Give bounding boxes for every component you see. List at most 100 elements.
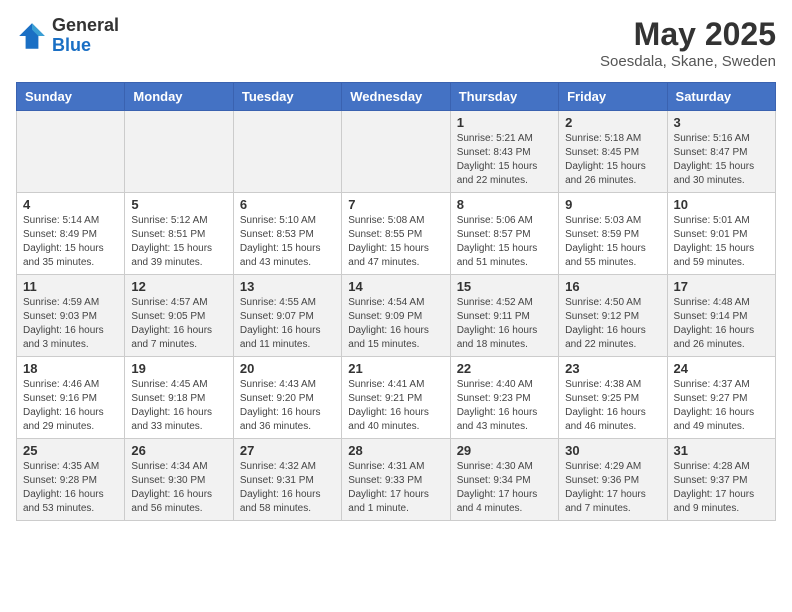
day-number: 23 bbox=[565, 361, 660, 376]
day-cell: 28 Sunrise: 4:31 AM Sunset: 9:33 PM Dayli… bbox=[342, 439, 450, 521]
day-cell: 4 Sunrise: 5:14 AM Sunset: 8:49 PM Daylig… bbox=[17, 193, 125, 275]
day-number: 7 bbox=[348, 197, 443, 212]
day-cell: 16 Sunrise: 4:50 AM Sunset: 9:12 PM Dayli… bbox=[559, 275, 667, 357]
weekday-header-saturday: Saturday bbox=[667, 83, 775, 111]
day-info: Sunrise: 5:08 AM Sunset: 8:55 PM Dayligh… bbox=[348, 214, 443, 270]
day-info: Sunrise: 4:35 AM Sunset: 9:28 PM Dayligh… bbox=[23, 460, 118, 516]
month-title: May 2025 bbox=[600, 16, 776, 53]
day-cell: 31 Sunrise: 4:28 AM Sunset: 9:37 PM Dayli… bbox=[667, 439, 775, 521]
day-info: Sunrise: 4:31 AM Sunset: 9:33 PM Dayligh… bbox=[348, 460, 443, 516]
day-info: Sunrise: 4:59 AM Sunset: 9:03 PM Dayligh… bbox=[23, 296, 118, 352]
day-info: Sunrise: 4:45 AM Sunset: 9:18 PM Dayligh… bbox=[131, 378, 226, 434]
day-cell: 19 Sunrise: 4:45 AM Sunset: 9:18 PM Dayli… bbox=[125, 357, 233, 439]
day-info: Sunrise: 4:29 AM Sunset: 9:36 PM Dayligh… bbox=[565, 460, 660, 516]
day-cell: 13 Sunrise: 4:55 AM Sunset: 9:07 PM Dayli… bbox=[233, 275, 341, 357]
week-row-2: 4 Sunrise: 5:14 AM Sunset: 8:49 PM Daylig… bbox=[17, 193, 776, 275]
day-number: 8 bbox=[457, 197, 552, 212]
day-info: Sunrise: 4:46 AM Sunset: 9:16 PM Dayligh… bbox=[23, 378, 118, 434]
week-row-1: 1 Sunrise: 5:21 AM Sunset: 8:43 PM Daylig… bbox=[17, 111, 776, 193]
day-number: 2 bbox=[565, 115, 660, 130]
day-cell: 6 Sunrise: 5:10 AM Sunset: 8:53 PM Daylig… bbox=[233, 193, 341, 275]
day-info: Sunrise: 4:32 AM Sunset: 9:31 PM Dayligh… bbox=[240, 460, 335, 516]
day-cell: 20 Sunrise: 4:43 AM Sunset: 9:20 PM Dayli… bbox=[233, 357, 341, 439]
day-cell: 2 Sunrise: 5:18 AM Sunset: 8:45 PM Daylig… bbox=[559, 111, 667, 193]
day-cell: 12Sunrise: 4:57 AM Sunset: 9:05 PM Dayli… bbox=[125, 275, 233, 357]
day-number: 22 bbox=[457, 361, 552, 376]
day-cell: 26 Sunrise: 4:34 AM Sunset: 9:30 PM Dayli… bbox=[125, 439, 233, 521]
calendar-table: SundayMondayTuesdayWednesdayThursdayFrid… bbox=[16, 82, 776, 521]
day-info: Sunrise: 5:14 AM Sunset: 8:49 PM Dayligh… bbox=[23, 214, 118, 270]
day-cell: 22 Sunrise: 4:40 AM Sunset: 9:23 PM Dayli… bbox=[450, 357, 558, 439]
day-cell: 23 Sunrise: 4:38 AM Sunset: 9:25 PM Dayli… bbox=[559, 357, 667, 439]
day-number: 20 bbox=[240, 361, 335, 376]
day-info: Sunrise: 4:40 AM Sunset: 9:23 PM Dayligh… bbox=[457, 378, 552, 434]
day-number: 26 bbox=[131, 443, 226, 458]
day-number: 15 bbox=[457, 279, 552, 294]
day-info: Sunrise: 4:30 AM Sunset: 9:34 PM Dayligh… bbox=[457, 460, 552, 516]
day-cell: 18Sunrise: 4:46 AM Sunset: 9:16 PM Dayli… bbox=[17, 357, 125, 439]
day-number: 17 bbox=[674, 279, 769, 294]
day-cell: 21Sunrise: 4:41 AM Sunset: 9:21 PM Dayli… bbox=[342, 357, 450, 439]
day-info: Sunrise: 4:52 AM Sunset: 9:11 PM Dayligh… bbox=[457, 296, 552, 352]
day-number: 12 bbox=[131, 279, 226, 294]
day-cell: 7 Sunrise: 5:08 AM Sunset: 8:55 PM Daylig… bbox=[342, 193, 450, 275]
week-row-4: 18Sunrise: 4:46 AM Sunset: 9:16 PM Dayli… bbox=[17, 357, 776, 439]
day-number: 4 bbox=[23, 197, 118, 212]
day-number: 28 bbox=[348, 443, 443, 458]
day-number: 1 bbox=[457, 115, 552, 130]
day-cell: 1 Sunrise: 5:21 AM Sunset: 8:43 PM Daylig… bbox=[450, 111, 558, 193]
day-number: 5 bbox=[131, 197, 226, 212]
day-info: Sunrise: 4:38 AM Sunset: 9:25 PM Dayligh… bbox=[565, 378, 660, 434]
day-cell bbox=[342, 111, 450, 193]
day-cell: 14 Sunrise: 4:54 AM Sunset: 9:09 PM Dayli… bbox=[342, 275, 450, 357]
day-number: 31 bbox=[674, 443, 769, 458]
location: Soesdala, Skane, Sweden bbox=[600, 53, 776, 70]
day-info: Sunrise: 4:28 AM Sunset: 9:37 PM Dayligh… bbox=[674, 460, 769, 516]
weekday-header-wednesday: Wednesday bbox=[342, 83, 450, 111]
day-number: 6 bbox=[240, 197, 335, 212]
day-number: 16 bbox=[565, 279, 660, 294]
day-info: Sunrise: 4:50 AM Sunset: 9:12 PM Dayligh… bbox=[565, 296, 660, 352]
title-block: May 2025 Soesdala, Skane, Sweden bbox=[600, 16, 776, 70]
day-info: Sunrise: 5:03 AM Sunset: 8:59 PM Dayligh… bbox=[565, 214, 660, 270]
day-number: 11 bbox=[23, 279, 118, 294]
day-info: Sunrise: 4:54 AM Sunset: 9:09 PM Dayligh… bbox=[348, 296, 443, 352]
day-info: Sunrise: 4:37 AM Sunset: 9:27 PM Dayligh… bbox=[674, 378, 769, 434]
day-cell: 24 Sunrise: 4:37 AM Sunset: 9:27 PM Dayli… bbox=[667, 357, 775, 439]
day-info: Sunrise: 4:43 AM Sunset: 9:20 PM Dayligh… bbox=[240, 378, 335, 434]
day-info: Sunrise: 5:18 AM Sunset: 8:45 PM Dayligh… bbox=[565, 132, 660, 188]
logo-icon bbox=[16, 20, 48, 52]
day-info: Sunrise: 5:16 AM Sunset: 8:47 PM Dayligh… bbox=[674, 132, 769, 188]
day-number: 29 bbox=[457, 443, 552, 458]
day-info: Sunrise: 5:01 AM Sunset: 9:01 PM Dayligh… bbox=[674, 214, 769, 270]
day-info: Sunrise: 4:55 AM Sunset: 9:07 PM Dayligh… bbox=[240, 296, 335, 352]
weekday-header-tuesday: Tuesday bbox=[233, 83, 341, 111]
day-info: Sunrise: 5:12 AM Sunset: 8:51 PM Dayligh… bbox=[131, 214, 226, 270]
day-cell: 11 Sunrise: 4:59 AM Sunset: 9:03 PM Dayli… bbox=[17, 275, 125, 357]
day-number: 19 bbox=[131, 361, 226, 376]
day-cell: 9Sunrise: 5:03 AM Sunset: 8:59 PM Daylig… bbox=[559, 193, 667, 275]
day-cell: 17 Sunrise: 4:48 AM Sunset: 9:14 PM Dayli… bbox=[667, 275, 775, 357]
day-number: 24 bbox=[674, 361, 769, 376]
day-number: 10 bbox=[674, 197, 769, 212]
weekday-header-row: SundayMondayTuesdayWednesdayThursdayFrid… bbox=[17, 83, 776, 111]
weekday-header-friday: Friday bbox=[559, 83, 667, 111]
day-info: Sunrise: 5:21 AM Sunset: 8:43 PM Dayligh… bbox=[457, 132, 552, 188]
day-info: Sunrise: 4:48 AM Sunset: 9:14 PM Dayligh… bbox=[674, 296, 769, 352]
day-number: 21 bbox=[348, 361, 443, 376]
week-row-5: 25Sunrise: 4:35 AM Sunset: 9:28 PM Dayli… bbox=[17, 439, 776, 521]
day-info: Sunrise: 5:10 AM Sunset: 8:53 PM Dayligh… bbox=[240, 214, 335, 270]
day-cell: 5 Sunrise: 5:12 AM Sunset: 8:51 PM Daylig… bbox=[125, 193, 233, 275]
day-number: 14 bbox=[348, 279, 443, 294]
day-number: 13 bbox=[240, 279, 335, 294]
day-info: Sunrise: 4:34 AM Sunset: 9:30 PM Dayligh… bbox=[131, 460, 226, 516]
day-cell bbox=[125, 111, 233, 193]
day-number: 3 bbox=[674, 115, 769, 130]
day-cell: 8Sunrise: 5:06 AM Sunset: 8:57 PM Daylig… bbox=[450, 193, 558, 275]
logo: General Blue bbox=[16, 16, 119, 56]
day-cell bbox=[233, 111, 341, 193]
day-cell bbox=[17, 111, 125, 193]
page-header: General Blue May 2025 Soesdala, Skane, S… bbox=[16, 16, 776, 70]
day-cell: 29 Sunrise: 4:30 AM Sunset: 9:34 PM Dayli… bbox=[450, 439, 558, 521]
weekday-header-thursday: Thursday bbox=[450, 83, 558, 111]
